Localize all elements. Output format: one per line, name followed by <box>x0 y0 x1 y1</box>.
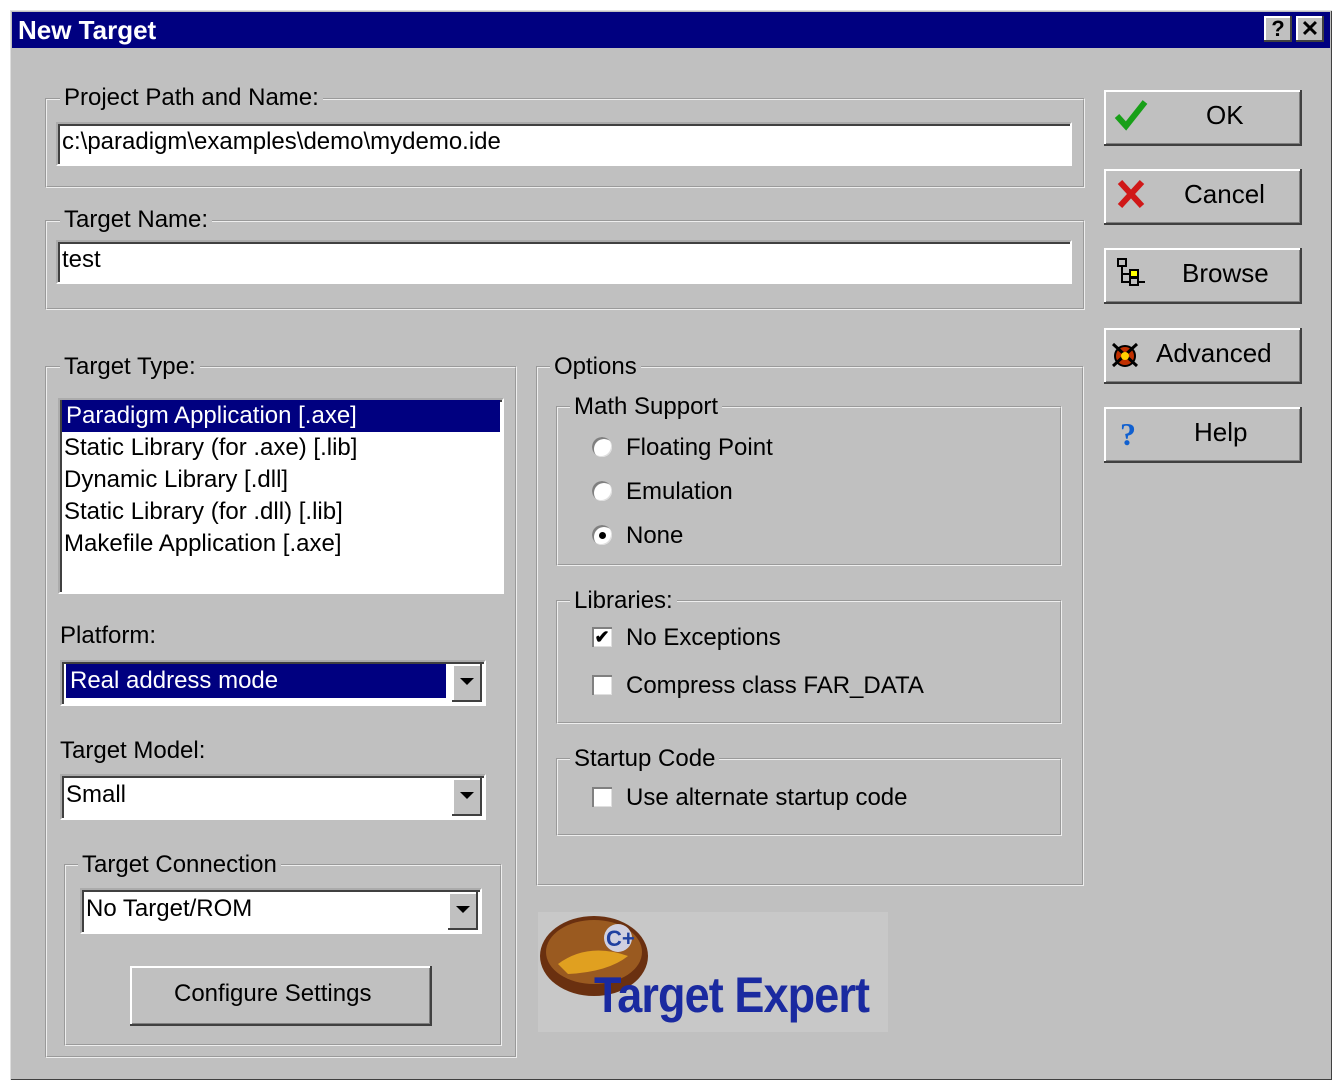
browse-label: Browse <box>1182 258 1269 288</box>
none-radio[interactable] <box>592 525 612 545</box>
target-connection-value: No Target/ROM <box>86 895 253 922</box>
target-connection-select[interactable]: No Target/ROM <box>80 888 482 934</box>
cancel-button[interactable]: Cancel <box>1104 169 1302 225</box>
chevron-down-icon[interactable] <box>448 892 478 930</box>
chevron-down-icon[interactable] <box>452 664 482 702</box>
window-title: New Target <box>18 15 157 45</box>
chevron-down-icon[interactable] <box>452 778 482 816</box>
advanced-wizard-icon <box>1111 342 1139 368</box>
alternate-startup-checkbox[interactable] <box>592 787 612 807</box>
ok-button[interactable]: OK <box>1104 90 1302 146</box>
floating-point-radio[interactable] <box>592 437 612 457</box>
target-name-legend: Target Name: <box>60 206 213 234</box>
platform-label: Platform: <box>60 622 157 649</box>
cancel-label: Cancel <box>1184 179 1265 209</box>
platform-value: Real address mode <box>66 664 446 698</box>
target-connection-legend: Target Connection <box>78 851 281 879</box>
target-type-list[interactable]: Paradigm Application [.axe] Static Libra… <box>58 398 504 594</box>
no-exceptions-label: No Exceptions <box>626 624 781 651</box>
emulation-label: Emulation <box>626 478 733 505</box>
advanced-button[interactable]: Advanced <box>1104 328 1302 384</box>
logo-text: Target Expert <box>594 967 870 1023</box>
browse-button[interactable]: Browse <box>1104 248 1302 304</box>
alternate-startup-label: Use alternate startup code <box>626 784 908 811</box>
question-icon: ? <box>1120 416 1136 449</box>
help-label: Help <box>1194 417 1248 447</box>
libraries-legend: Libraries: <box>570 587 677 615</box>
compress-far-data-label: Compress class FAR_DATA <box>626 672 924 699</box>
svg-text:?: ? <box>1120 416 1136 449</box>
ok-label: OK <box>1206 100 1244 130</box>
configure-settings-label: Configure Settings <box>174 980 372 1007</box>
target-model-label: Target Model: <box>60 737 206 764</box>
options-legend: Options <box>550 353 641 381</box>
target-type-legend: Target Type: <box>60 353 200 381</box>
libraries-group <box>556 600 1062 724</box>
svg-text:C+: C+ <box>606 926 635 951</box>
list-item[interactable]: Dynamic Library [.dll] <box>60 464 502 496</box>
project-path-field[interactable]: c:\paradigm\examples\demo\mydemo.ide <box>56 122 1072 166</box>
tree-browse-icon <box>1117 258 1145 286</box>
advanced-label: Advanced <box>1156 338 1272 368</box>
target-model-select[interactable]: Small <box>60 774 486 820</box>
configure-settings-button[interactable]: Configure Settings <box>130 966 432 1026</box>
startup-code-legend: Startup Code <box>570 745 720 773</box>
list-item[interactable]: Paradigm Application [.axe] <box>62 400 500 432</box>
list-item[interactable]: Static Library (for .axe) [.lib] <box>60 432 502 464</box>
math-support-legend: Math Support <box>570 393 723 421</box>
list-item[interactable]: Static Library (for .dll) [.lib] <box>60 496 502 528</box>
help-button[interactable]: ? Help <box>1104 407 1302 463</box>
emulation-radio[interactable] <box>592 481 612 501</box>
target-model-value: Small <box>66 781 127 808</box>
help-title-button[interactable]: ? <box>1264 16 1292 42</box>
title-bar: New Target ? ✕ <box>12 12 1330 48</box>
floating-point-label: Floating Point <box>626 434 773 461</box>
platform-select[interactable]: Real address mode <box>60 660 486 706</box>
none-label: None <box>626 522 684 549</box>
project-path-legend: Project Path and Name: <box>60 84 323 112</box>
target-expert-logo: C+ Target Expert <box>538 912 888 1032</box>
close-button[interactable]: ✕ <box>1296 16 1324 42</box>
compress-far-data-checkbox[interactable] <box>592 675 612 695</box>
list-item[interactable]: Makefile Application [.axe] <box>60 528 502 560</box>
target-name-field[interactable]: test <box>56 240 1072 284</box>
checkmark-icon <box>1114 100 1148 131</box>
no-exceptions-checkbox[interactable]: ✔ <box>592 627 612 647</box>
red-x-icon <box>1117 179 1145 209</box>
